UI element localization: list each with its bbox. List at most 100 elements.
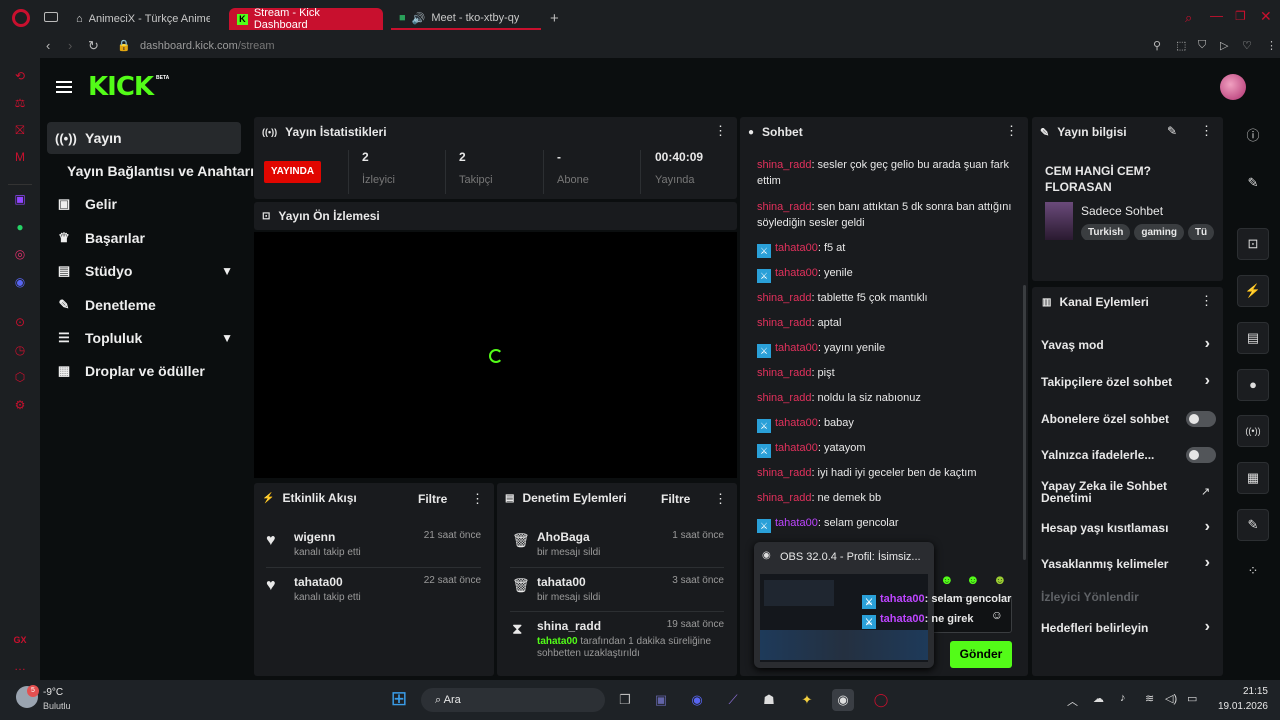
avatar[interactable] xyxy=(1220,74,1246,100)
camera-icon[interactable]: ⊡ xyxy=(1237,228,1269,260)
discord-taskbar-icon[interactable]: ◉ xyxy=(686,689,708,711)
send-button[interactable]: Gönder xyxy=(950,641,1012,668)
taskbar-search[interactable]: ⌕ Ara xyxy=(421,688,605,712)
sidebar-item-studyo[interactable]: ▤ Stüdyo ▼ xyxy=(47,255,241,287)
more-options-icon[interactable]: ⋮ xyxy=(1200,293,1213,309)
action-subscribers-only[interactable]: Abonelere özel sohbet xyxy=(1041,411,1216,427)
menu-icon[interactable]: ⋮ xyxy=(1266,39,1277,52)
extensions-icon[interactable]: ⬡ xyxy=(12,369,28,385)
emote-icon[interactable]: ☻ xyxy=(993,572,1007,587)
pin-icon[interactable]: ⚲ xyxy=(1153,39,1161,52)
sidebar-item-denetleme[interactable]: ✎ Denetleme xyxy=(47,289,241,321)
obs-taskbar-icon[interactable]: ◉ xyxy=(832,689,854,711)
crypto-wallet-icon[interactable]: ⚖ xyxy=(12,95,28,111)
info-icon[interactable]: ⓘ xyxy=(1237,121,1269,153)
gx-icon[interactable]: GX xyxy=(12,632,28,648)
tag[interactable]: Tü xyxy=(1187,224,1215,240)
wrench-icon[interactable]: ✎ xyxy=(1237,509,1269,541)
tag[interactable]: Turkish xyxy=(1081,224,1131,240)
stream-preview-video[interactable] xyxy=(254,232,737,478)
tag[interactable]: gaming xyxy=(1134,224,1184,240)
forward-icon[interactable]: › xyxy=(68,38,72,53)
category-thumbnail[interactable] xyxy=(1045,202,1073,240)
action-emotes-only[interactable]: Yalnızca ifadelerle... xyxy=(1041,447,1216,463)
teams-icon[interactable]: ▣ xyxy=(650,689,672,711)
tab-meet[interactable]: ■ 🔊 Meet - tko-xtby-qy xyxy=(391,8,541,30)
restore-icon[interactable]: ❐ xyxy=(1235,9,1246,23)
clock-date[interactable]: 19.01.2026 xyxy=(1212,701,1268,712)
minimize-icon[interactable]: — xyxy=(1210,8,1223,23)
windows-start-icon[interactable]: ⊞ xyxy=(388,689,410,711)
more-options-icon[interactable]: ⋮ xyxy=(1200,123,1213,139)
instagram-icon[interactable]: ◎ xyxy=(12,246,28,262)
kick-logo[interactable]: KICK xyxy=(88,72,154,102)
hamburger-menu-icon[interactable] xyxy=(56,81,72,93)
play-icon[interactable]: ▷ xyxy=(1220,39,1228,52)
emoji-picker-icon[interactable]: ☺ xyxy=(991,608,1003,622)
action-banned-words[interactable]: Yasaklanmış kelimeler › xyxy=(1041,554,1216,571)
new-tab-button[interactable]: + xyxy=(550,10,559,27)
notes-icon[interactable]: ▤ xyxy=(1237,322,1269,354)
shield-icon[interactable]: ⛉ xyxy=(1198,39,1206,52)
sidebar-item-topluluk[interactable]: ☰ Topluluk ▼ xyxy=(47,322,241,354)
chat-scrollbar[interactable] xyxy=(1023,285,1026,560)
tab-switcher-icon[interactable] xyxy=(44,12,58,22)
snapshot-icon[interactable]: ⬚ xyxy=(1176,39,1186,52)
discord-icon[interactable]: ◉ xyxy=(12,274,28,290)
whatsapp-icon[interactable]: ● xyxy=(12,219,28,235)
edit-icon[interactable]: ✎ xyxy=(1167,124,1177,138)
twitch-icon[interactable]: ▣ xyxy=(12,191,28,207)
tab-animecix[interactable]: ⌂ AnimeciX - Türkçe Anime İ xyxy=(68,8,218,30)
cart-icon[interactable]: ⛝ xyxy=(12,122,28,138)
reload-icon[interactable]: ↻ xyxy=(88,38,99,54)
sidebar-item-droplar[interactable]: ▦ Droplar ve ödüller xyxy=(47,355,241,387)
player-icon[interactable]: ⊙ xyxy=(12,314,28,330)
game-app-icon[interactable]: ✦ xyxy=(796,689,818,711)
moderation-filter-button[interactable]: Filtre xyxy=(661,492,690,506)
wifi-icon[interactable]: ≋ xyxy=(1145,692,1154,705)
microphone-icon[interactable]: ♪ xyxy=(1120,692,1126,704)
emotes-only-toggle[interactable] xyxy=(1186,447,1216,463)
tab-kick-dashboard[interactable]: K Stream - Kick Dashboard xyxy=(229,7,383,31)
app-icon[interactable]: ⟋ xyxy=(722,689,744,711)
volume-icon[interactable]: ◁) xyxy=(1165,692,1177,705)
url-field[interactable]: dashboard.kick.com/stream xyxy=(140,40,275,52)
add-widget-icon[interactable]: ⁘ xyxy=(1237,556,1269,588)
sidebar-item-gelir[interactable]: ▣ Gelir xyxy=(47,188,241,220)
heart-icon[interactable]: ♡ xyxy=(1242,39,1252,52)
subscribers-only-toggle[interactable] xyxy=(1186,411,1216,427)
anime-app-icon[interactable]: ☗ xyxy=(758,689,780,711)
emote-icon[interactable]: ☻ xyxy=(966,572,980,587)
more-options-icon[interactable]: ⋮ xyxy=(1005,123,1018,139)
category-name[interactable]: Sadece Sohbet xyxy=(1081,204,1163,218)
sidebar-item-yayin[interactable]: ((•)) Yayın xyxy=(47,122,241,154)
settings-icon[interactable]: ⚙ xyxy=(12,397,28,413)
moderation-icon[interactable]: ▦ xyxy=(1237,462,1269,494)
more-icon[interactable]: … xyxy=(12,658,28,674)
external-link-icon[interactable]: ↗ xyxy=(1201,485,1210,498)
back-icon[interactable]: ‹ xyxy=(46,38,50,53)
lightning-icon[interactable]: ⚡ xyxy=(1237,275,1269,307)
pencil-icon[interactable]: ✎ xyxy=(1237,168,1269,200)
action-account-age[interactable]: Hesap yaşı kısıtlaması › xyxy=(1041,518,1216,535)
action-followers-only[interactable]: Takipçilere özel sohbet › xyxy=(1041,372,1216,389)
action-set-goals[interactable]: Hedefleri belirleyin › xyxy=(1041,618,1216,635)
tray-overflow-icon[interactable]: ︿ xyxy=(1067,693,1078,709)
sidebar-item-basarilar[interactable]: ♛ Başarılar xyxy=(47,222,241,254)
emote-icon[interactable]: ☻ xyxy=(940,572,954,587)
more-options-icon[interactable]: ⋮ xyxy=(714,491,727,507)
tray-app-icon[interactable]: ☁ xyxy=(1093,692,1104,705)
task-view-icon[interactable]: ❐ xyxy=(614,689,636,711)
action-slow-mode[interactable]: Yavaş mod › xyxy=(1041,335,1216,352)
sidebar-item-stream-key[interactable]: Yayın Bağlantısı ve Anahtarı xyxy=(47,155,254,187)
broadcast-icon[interactable]: ((•)) xyxy=(1237,415,1269,447)
opera-logo-icon[interactable] xyxy=(12,9,30,27)
gmail-icon[interactable]: M xyxy=(12,149,28,165)
more-options-icon[interactable]: ⋮ xyxy=(471,491,484,507)
chat-bubble-icon[interactable]: ● xyxy=(1237,369,1269,401)
history-icon[interactable]: ◷ xyxy=(12,342,28,358)
activity-filter-button[interactable]: Filtre xyxy=(418,492,447,506)
opera-gx-taskbar-icon[interactable]: ◯ xyxy=(870,689,892,711)
aria-icon[interactable]: ⟲ xyxy=(12,68,28,84)
search-tabs-icon[interactable]: ⌕ xyxy=(1185,10,1192,26)
